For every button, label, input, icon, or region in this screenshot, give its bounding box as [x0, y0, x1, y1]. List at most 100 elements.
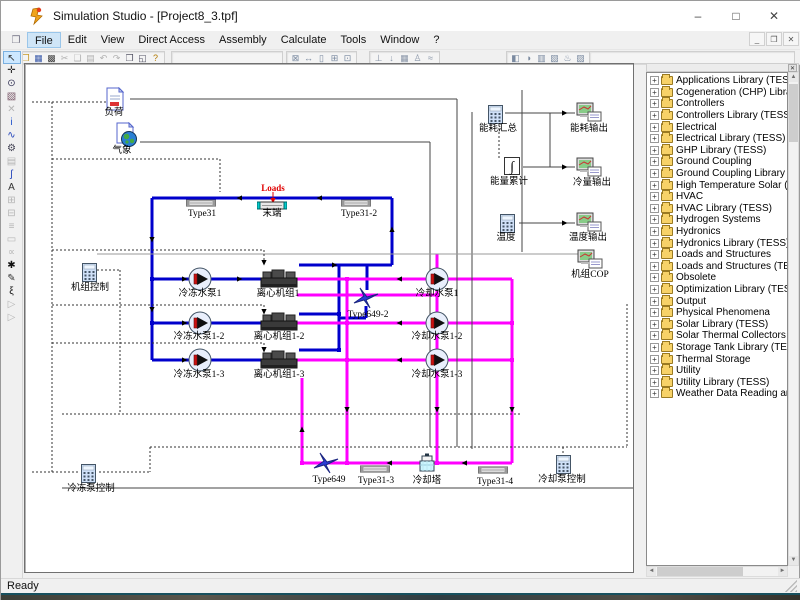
expand-icon[interactable]: +	[650, 366, 659, 375]
tree-item-solar-thermal-collectors[interactable]: +Solar Thermal Collectors	[648, 330, 787, 342]
tree-item-electrical-library-tess[interactable]: +Electrical Library (TESS)	[648, 133, 787, 145]
menu-window[interactable]: Window	[373, 32, 426, 48]
tree-item-electrical[interactable]: +Electrical	[648, 121, 787, 133]
tree-horizontal-scrollbar[interactable]: ◄ ►	[646, 566, 788, 577]
pen-edit-icon[interactable]: ✎	[3, 272, 21, 285]
expand-icon[interactable]: +	[650, 250, 659, 259]
tree-item-weather-data-reading-and-process[interactable]: +Weather Data Reading and Process	[648, 388, 787, 400]
tree-item-loads-and-structures-tess[interactable]: +Loads and Structures (TESS)	[648, 261, 787, 273]
menu-edit[interactable]: Edit	[61, 32, 94, 48]
scroll-right-icon[interactable]: ►	[778, 567, 787, 576]
tree-item-hvac[interactable]: +HVAC	[648, 191, 787, 203]
print-icon[interactable]: ❒	[123, 52, 136, 64]
menu-direct-access[interactable]: Direct Access	[131, 32, 212, 48]
tree-item-ground-coupling-library-tess[interactable]: +Ground Coupling Library (TESS)	[648, 168, 787, 180]
resize-v-icon[interactable]: ▯	[315, 52, 328, 64]
select-arrow-icon[interactable]: ↖	[3, 51, 21, 64]
print-preview-icon[interactable]: ◱	[136, 52, 149, 64]
menu-assembly[interactable]: Assembly	[212, 32, 274, 48]
redo-icon[interactable]: ↷	[110, 52, 123, 64]
expand-icon[interactable]: +	[650, 262, 659, 271]
tree-item-output[interactable]: +Output	[648, 295, 787, 307]
vscroll-thumb[interactable]	[789, 84, 798, 142]
tree-item-hydronics-library-tess[interactable]: +Hydronics Library (TESS)	[648, 237, 787, 249]
view-5-icon[interactable]: ♨	[561, 52, 574, 64]
tree-item-loads-and-structures[interactable]: +Loads and Structures	[648, 249, 787, 261]
play-2-icon[interactable]: ▷	[3, 311, 21, 324]
view-4-icon[interactable]: ▧	[548, 52, 561, 64]
tile-icon[interactable]: ⊞	[328, 52, 341, 64]
wrench-tool-icon[interactable]: ⚙	[3, 142, 21, 155]
tree-item-ghp-library-tess[interactable]: +GHP Library (TESS)	[648, 145, 787, 157]
menu-file[interactable]: File	[27, 32, 61, 48]
minimize-button[interactable]: –	[679, 2, 717, 30]
tree-item-controllers[interactable]: +Controllers	[648, 98, 787, 110]
component-icon[interactable]: ♙	[411, 52, 424, 64]
clipboard-icon[interactable]: ▤	[3, 155, 21, 168]
menu-help[interactable]: ?	[426, 32, 446, 48]
expand-icon[interactable]: +	[650, 343, 659, 352]
scroll-down-icon[interactable]: ▼	[789, 556, 798, 565]
expand-icon[interactable]: +	[650, 239, 659, 248]
expand-icon[interactable]: +	[650, 99, 659, 108]
expand-icon[interactable]: +	[650, 169, 659, 178]
undo-icon[interactable]: ↶	[97, 52, 110, 64]
hscroll-thumb[interactable]	[657, 567, 743, 576]
tree-item-high-temperature-solar-tess[interactable]: +High Temperature Solar (TESS)	[648, 179, 787, 191]
tree-item-hydrogen-systems[interactable]: +Hydrogen Systems	[648, 214, 787, 226]
close-button[interactable]: ✕	[755, 2, 793, 30]
assembly-canvas[interactable]: 负荷气象Type31末端Type31-2能耗汇总能耗输出∫能量累计冷量输出温度温…	[24, 63, 634, 573]
tree-item-storage-tank-library-tess[interactable]: +Storage Tank Library (TESS)	[648, 342, 787, 354]
expand-icon[interactable]: +	[650, 88, 659, 97]
expand-icon[interactable]: +	[650, 111, 659, 120]
expand-icon[interactable]: +	[650, 331, 659, 340]
expand-icon[interactable]: +	[650, 123, 659, 132]
hierarchy-icon[interactable]: ⊥	[372, 52, 385, 64]
tree-item-thermal-storage[interactable]: +Thermal Storage	[648, 353, 787, 365]
menu-calculate[interactable]: Calculate	[274, 32, 334, 48]
mdi-close-button[interactable]: ✕	[783, 32, 799, 46]
tree-item-physical-phenomena[interactable]: +Physical Phenomena	[648, 307, 787, 319]
save-icon[interactable]: ▦	[32, 52, 45, 64]
plot-icon[interactable]: ≈	[424, 52, 437, 64]
play-1-icon[interactable]: ▷	[3, 298, 21, 311]
expand-icon[interactable]: +	[650, 192, 659, 201]
menu-tools[interactable]: Tools	[334, 32, 374, 48]
sort-down-icon[interactable]: ↓	[385, 52, 398, 64]
tree-item-ground-coupling[interactable]: +Ground Coupling	[648, 156, 787, 168]
tree-item-controllers-library-tess[interactable]: +Controllers Library (TESS)	[648, 110, 787, 122]
print-region-icon[interactable]: ▭	[3, 233, 21, 246]
tree-item-hvac-library-tess[interactable]: +HVAC Library (TESS)	[648, 203, 787, 215]
view-3-icon[interactable]: ▥	[535, 52, 548, 64]
tree-item-applications-library-tess[interactable]: +Applications Library (TESS)	[648, 75, 787, 87]
layers-icon[interactable]: ≡	[3, 220, 21, 233]
link-wire-icon[interactable]: ∿	[3, 129, 21, 142]
menu-view[interactable]: View	[94, 32, 132, 48]
paste-icon[interactable]: ▤	[84, 52, 97, 64]
expand-icon[interactable]: +	[650, 215, 659, 224]
panel-close-icon[interactable]: ✕	[788, 64, 797, 72]
view-2-icon[interactable]: ◑	[522, 52, 535, 64]
expand-icon[interactable]: +	[650, 157, 659, 166]
scroll-up-icon[interactable]: ▲	[789, 73, 798, 82]
expand-icon[interactable]: +	[650, 181, 659, 190]
tree-item-solar-library-tess[interactable]: +Solar Library (TESS)	[648, 318, 787, 330]
expand-icon[interactable]: +	[650, 285, 659, 294]
expand-icon[interactable]: +	[650, 297, 659, 306]
text-tool-icon[interactable]: A	[3, 181, 21, 194]
zoom-magnifier-icon[interactable]: ⊙	[3, 77, 21, 90]
expand-icon[interactable]: +	[650, 320, 659, 329]
delete-x-icon[interactable]: ✕	[3, 103, 21, 116]
expand-icon[interactable]: +	[650, 308, 659, 317]
pan-hand-icon[interactable]: ✛	[3, 64, 21, 77]
view-6-icon[interactable]: ▨	[574, 52, 587, 64]
tree-item-cogeneration-chp-library-tess[interactable]: +Cogeneration (CHP) Library (TESS)	[648, 87, 787, 99]
run-simulation-icon[interactable]: ξ	[3, 285, 21, 298]
resize-h-icon[interactable]: ↔	[302, 52, 315, 64]
tree-vertical-scrollbar[interactable]: ▲ ▼	[788, 72, 799, 566]
mdi-restore-button[interactable]: ❐	[766, 32, 782, 46]
expand-icon[interactable]: +	[650, 355, 659, 364]
grid-1-icon[interactable]: ⊞	[3, 194, 21, 207]
plug-icon[interactable]: ∝	[3, 246, 21, 259]
expand-icon[interactable]: +	[650, 273, 659, 282]
